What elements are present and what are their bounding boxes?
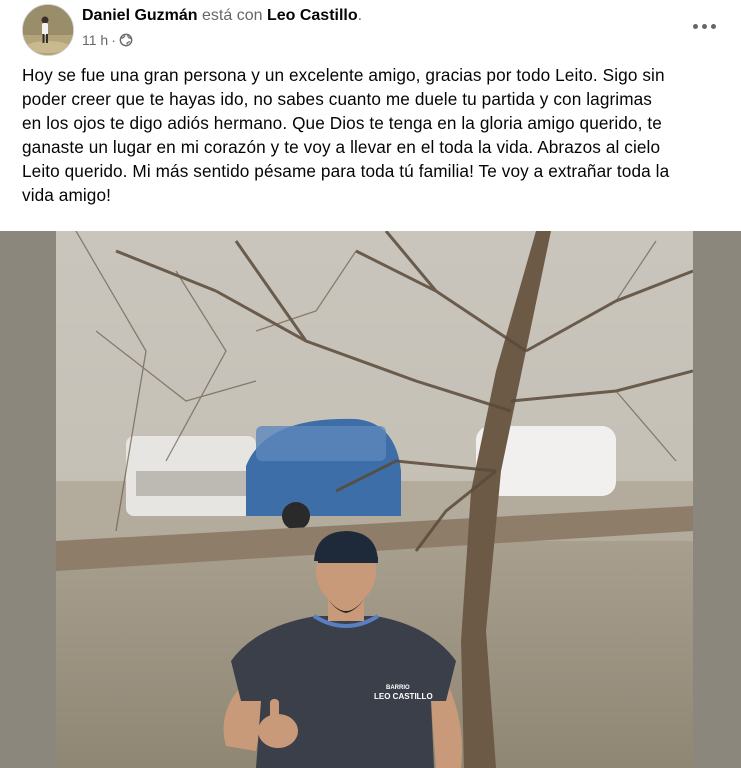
photo-image: BARRIO LEO CASTILLO — [56, 231, 693, 768]
tagged-user-link[interactable]: Leo Castillo — [267, 7, 358, 24]
shirt-logo-text: LEO CASTILLO — [374, 692, 433, 701]
shirt-logo-small-text: BARRIO — [386, 685, 410, 691]
avatar-image — [23, 5, 73, 55]
author-avatar[interactable] — [22, 4, 74, 56]
post-message: Hoy se fue una gran persona y un excelen… — [22, 65, 670, 205]
author-line-suffix: . — [357, 7, 363, 24]
post-photo[interactable]: BARRIO LEO CASTILLO — [56, 231, 693, 768]
globe-icon[interactable] — [119, 33, 133, 47]
author-name-link[interactable]: Daniel Guzmán — [82, 7, 198, 24]
post-photo-container[interactable]: BARRIO LEO CASTILLO — [0, 231, 741, 768]
post-meta: 11 h · — [82, 31, 133, 49]
with-connector: está con — [197, 7, 267, 24]
facebook-post: Daniel Guzmán está con Leo Castillo. 11 … — [0, 0, 741, 768]
more-options-icon[interactable] — [686, 14, 722, 38]
post-timestamp[interactable]: 11 h — [82, 31, 108, 49]
author-line: Daniel Guzmán está con Leo Castillo. — [82, 6, 362, 26]
post-header: Daniel Guzmán está con Leo Castillo. 11 … — [0, 0, 741, 60]
meta-separator: · — [111, 32, 116, 48]
